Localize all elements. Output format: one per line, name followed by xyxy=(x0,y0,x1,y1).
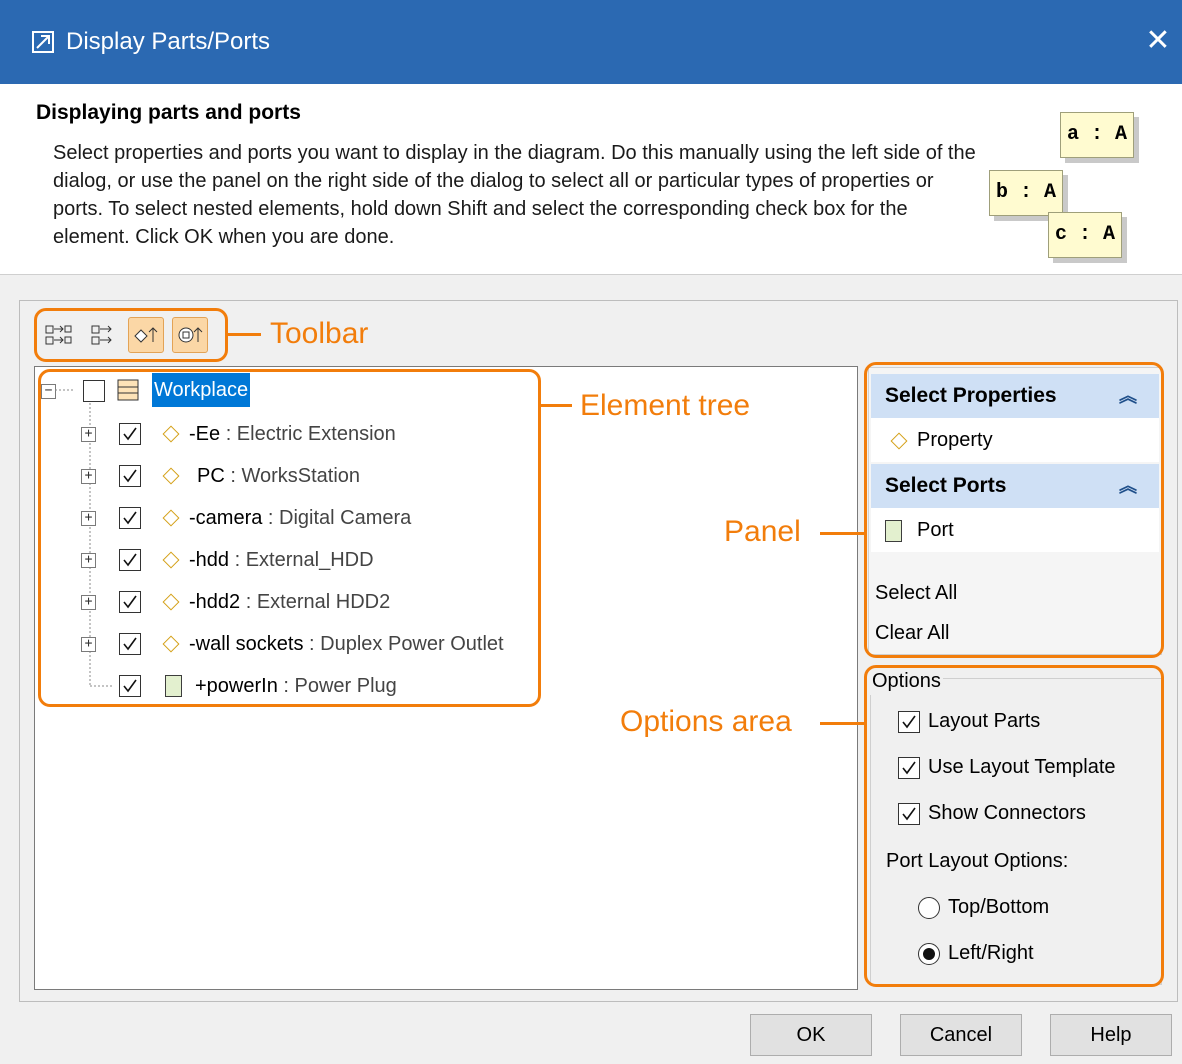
element-tree-callout-line xyxy=(540,404,572,407)
toolbar-highlight xyxy=(34,308,228,362)
options-area-annotation: Options area xyxy=(620,705,792,738)
dialog-icon xyxy=(32,31,54,53)
cancel-button[interactable]: Cancel xyxy=(900,1014,1022,1056)
panel-annotation: Panel xyxy=(724,515,801,548)
options-area-callout-line xyxy=(820,722,864,725)
help-button[interactable]: Help xyxy=(1050,1014,1172,1056)
ok-button[interactable]: OK xyxy=(750,1014,872,1056)
toolbar-annotation: Toolbar xyxy=(270,317,369,350)
classifier-a: a : A xyxy=(1060,112,1134,158)
classifier-c: c : A xyxy=(1048,212,1122,258)
element-tree-annotation: Element tree xyxy=(580,389,751,422)
panel-callout-line xyxy=(820,532,864,535)
options-area-highlight xyxy=(864,665,1164,987)
window-title: Display Parts/Ports xyxy=(66,28,271,55)
element-tree-highlight xyxy=(38,369,541,707)
close-icon[interactable]: ✕ xyxy=(1143,25,1173,57)
panel-highlight xyxy=(864,362,1164,658)
header-description: Select properties and ports you want to … xyxy=(53,142,976,248)
toolbar-callout-line xyxy=(225,333,261,336)
header-title: Displaying parts and ports xyxy=(36,101,301,124)
classifier-b: b : A xyxy=(989,170,1063,216)
